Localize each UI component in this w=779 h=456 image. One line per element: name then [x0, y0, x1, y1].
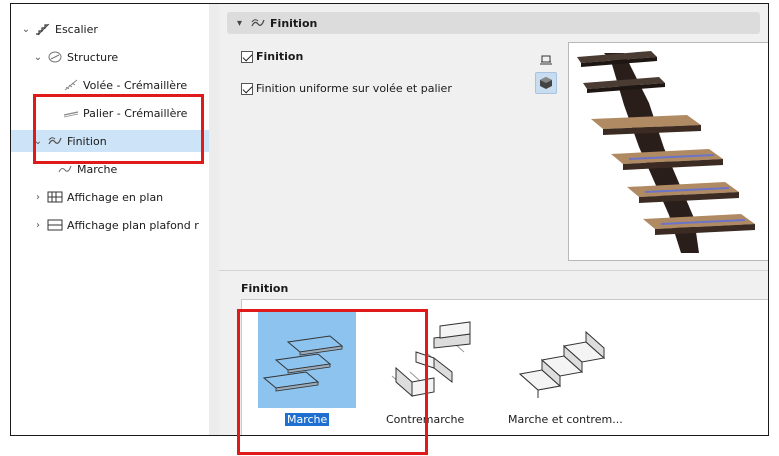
checkbox-checked-icon[interactable]	[241, 82, 253, 95]
stair-icon	[36, 23, 50, 36]
chevron-down-icon[interactable]: ⌄	[21, 24, 31, 35]
flight-stringer-icon	[64, 79, 78, 91]
finish-option-label: Marche et contrem...	[508, 413, 623, 426]
checkbox-checked-icon[interactable]	[241, 50, 253, 63]
section-separator	[219, 270, 768, 271]
finish-option-contremarche[interactable]: Contremarche	[382, 312, 490, 430]
finish-option-marche[interactable]: Marche	[258, 312, 366, 430]
finish-icon	[251, 19, 265, 27]
finish-option-image	[510, 312, 608, 408]
tree-item-label: Affichage plan plafond r	[67, 218, 199, 232]
chevron-down-icon[interactable]: ⌄	[33, 52, 43, 63]
finish-icon	[48, 137, 62, 145]
finish-option-image	[382, 312, 480, 408]
tree-item-label: Escalier	[55, 22, 98, 36]
finition-checkbox[interactable]: Finition	[241, 50, 303, 63]
tree-item-affichage-plafond[interactable]: › Affichage plan plafond r	[11, 214, 209, 236]
floor-plan-icon	[47, 191, 63, 203]
stair-settings-dialog: ⌄ Escalier ⌄ Structure Volée - Crémaillè…	[10, 3, 769, 436]
stair-3d-preview	[568, 42, 768, 261]
tree-item-structure[interactable]: ⌄ Structure	[11, 46, 209, 68]
landing-stringer-icon	[63, 111, 79, 118]
chevron-right-icon[interactable]: ›	[33, 220, 43, 231]
tree-item-affichage-plan[interactable]: › Affichage en plan	[11, 186, 209, 208]
finition-section-title: Finition	[241, 282, 289, 295]
settings-tree: ⌄ Escalier ⌄ Structure Volée - Crémaillè…	[11, 4, 209, 435]
tread-icon	[58, 165, 72, 173]
tree-item-volee[interactable]: Volée - Crémaillère	[11, 74, 209, 96]
stair-preview-image	[577, 51, 755, 253]
finish-option-marche-et-contremarche[interactable]: Marche et contrem...	[508, 312, 623, 430]
finish-type-gallery: Marche Contremarche Marche et contrem...	[241, 299, 768, 435]
tree-item-palier[interactable]: Palier - Crémaillère	[11, 102, 209, 124]
chevron-right-icon[interactable]: ›	[33, 192, 43, 203]
finish-settings-panel: ▾ Finition Finition Finition uniforme su…	[219, 4, 768, 435]
tree-item-label: Palier - Crémaillère	[83, 106, 188, 120]
tree-item-marche[interactable]: Marche	[11, 158, 209, 180]
tree-item-label: Affichage en plan	[67, 190, 164, 204]
tree-item-label: Structure	[67, 50, 119, 64]
uniform-finish-checkbox[interactable]: Finition uniforme sur volée et palier	[241, 82, 452, 95]
tree-item-label: Finition	[67, 134, 107, 148]
3d-view-button[interactable]	[535, 72, 557, 94]
chevron-down-icon[interactable]: ⌄	[33, 136, 43, 147]
finish-option-image	[258, 312, 356, 408]
plan-view-button[interactable]	[535, 48, 557, 70]
ceiling-plan-icon	[47, 219, 63, 231]
3d-view-icon	[540, 77, 552, 89]
plan-view-icon	[540, 55, 552, 65]
chevron-down-icon[interactable]: ▾	[237, 18, 242, 29]
structure-icon	[48, 51, 62, 63]
tread-and-riser-finish-icon	[518, 330, 606, 398]
finish-option-label: Marche	[285, 413, 330, 426]
tree-item-finition[interactable]: ⌄ Finition	[11, 130, 209, 152]
panel-header-title: Finition	[270, 16, 318, 30]
uniform-finish-checkbox-label: Finition uniforme sur volée et palier	[256, 82, 452, 95]
tree-item-label: Marche	[77, 162, 118, 176]
tread-finish-icon	[262, 335, 344, 392]
riser-finish-icon	[391, 321, 471, 398]
finition-checkbox-label: Finition	[256, 50, 304, 63]
panel-header[interactable]: ▾ Finition	[227, 12, 760, 34]
tree-item-label: Volée - Crémaillère	[83, 78, 188, 92]
tree-item-escalier[interactable]: ⌄ Escalier	[11, 18, 209, 40]
panel-divider[interactable]	[209, 4, 219, 435]
finish-option-label: Contremarche	[386, 413, 465, 426]
